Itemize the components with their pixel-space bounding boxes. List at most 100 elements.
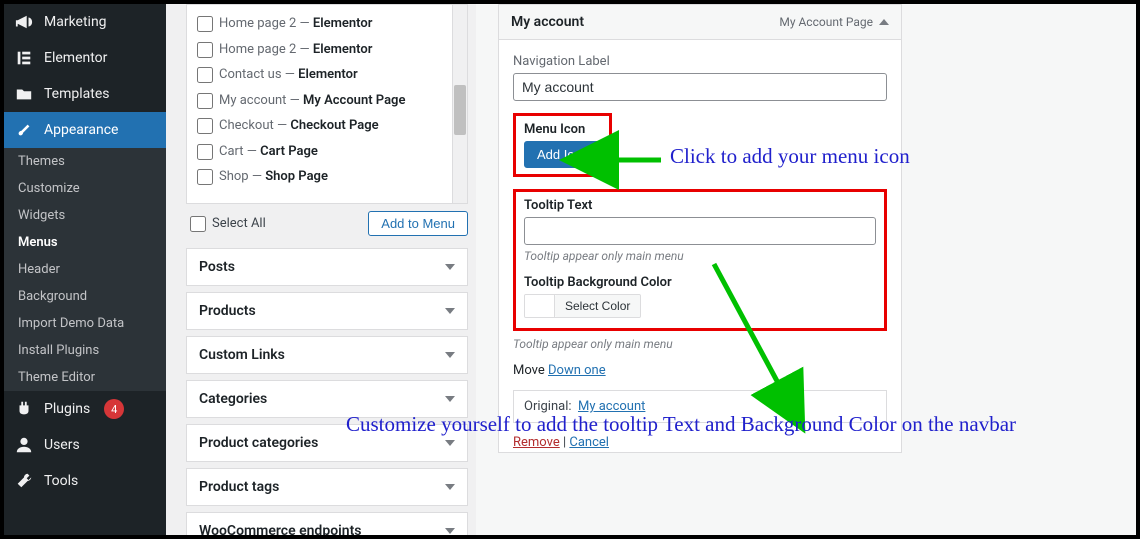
menu-item-header[interactable]: My account My Account Page [499, 5, 901, 40]
pages-scrollbar[interactable] [452, 5, 467, 203]
cancel-link[interactable]: Cancel [569, 435, 609, 450]
sidebar-item-label: Appearance [44, 122, 118, 138]
page-checkbox[interactable] [197, 42, 213, 58]
chevron-down-icon [445, 264, 455, 270]
page-row[interactable]: Contact us — Elementor [197, 62, 457, 88]
brush-icon [14, 120, 34, 140]
chevron-down-icon [445, 440, 455, 446]
page-row[interactable]: Home page 2 — Elementor [197, 37, 457, 63]
tooltip-highlight: Tooltip Text Tooltip appear only main me… [513, 189, 887, 331]
sidebar-item-tools[interactable]: Tools [4, 463, 166, 499]
metabox-posts[interactable]: Posts [186, 248, 468, 286]
nav-label-label: Navigation Label [513, 54, 887, 69]
user-icon [14, 435, 34, 455]
add-icon-button[interactable]: Add Icon [524, 141, 601, 168]
menu-item-body: Navigation Label Menu Icon Add Icon Tool… [499, 40, 901, 452]
folder-icon [14, 84, 34, 104]
page-row[interactable]: My account — My Account Page [197, 88, 457, 114]
remove-link[interactable]: Remove [513, 435, 560, 450]
metabox-wc-endpoints[interactable]: WooCommerce endpoints [186, 512, 468, 535]
nav-label-input[interactable] [513, 73, 887, 101]
color-swatch [525, 295, 555, 317]
move-row: Move Down one [513, 363, 887, 378]
submenu-import-demo[interactable]: Import Demo Data [4, 310, 166, 337]
sidebar-item-label: Users [44, 437, 80, 453]
page-checkbox[interactable] [197, 118, 213, 134]
page-checkbox[interactable] [197, 67, 213, 83]
page-checkbox[interactable] [197, 144, 213, 160]
sidebar-item-plugins[interactable]: Plugins 4 [4, 391, 166, 427]
sidebar-item-label: Plugins [44, 401, 90, 417]
page-checkbox[interactable] [197, 93, 213, 109]
sidebar-item-templates[interactable]: Templates [4, 76, 166, 112]
sidebar-item-label: Elementor [44, 50, 107, 66]
menu-icon-label: Menu Icon [524, 122, 601, 137]
add-to-menu-button[interactable]: Add to Menu [368, 211, 468, 236]
menu-item-type: My Account Page [779, 15, 889, 29]
page-row[interactable]: Home page 2 — Elementor [197, 11, 457, 37]
select-all-checkbox[interactable] [190, 216, 206, 232]
metabox-product-tags[interactable]: Product tags [186, 468, 468, 506]
pages-scroll[interactable]: Home page 2 — Elementor Home page 2 — El… [187, 5, 467, 203]
submenu-background[interactable]: Background [4, 283, 166, 310]
metabox-categories[interactable]: Categories [186, 380, 468, 418]
menu-item-column: My account My Account Page Navigation La… [476, 4, 1136, 535]
chevron-down-icon [445, 528, 455, 534]
submenu-install-plugins[interactable]: Install Plugins [4, 337, 166, 364]
select-all-label: Select All [212, 216, 266, 231]
select-color-button[interactable]: Select Color [555, 295, 640, 317]
chevron-down-icon [445, 308, 455, 314]
color-picker[interactable]: Select Color [524, 294, 641, 318]
scroll-thumb[interactable] [454, 85, 466, 135]
page-row[interactable]: Cart — Cart Page [197, 139, 457, 165]
tooltip-text-input[interactable] [524, 217, 876, 245]
tooltip-text-label: Tooltip Text [524, 198, 876, 213]
menu-icon-highlight: Menu Icon Add Icon [513, 113, 612, 177]
tooltip-bg-field: Tooltip Background Color Select Color [524, 275, 876, 318]
metabox-product-categories[interactable]: Product categories [186, 424, 468, 462]
elementor-icon [14, 48, 34, 68]
tooltip-text-help: Tooltip appear only main menu [524, 249, 876, 263]
chevron-down-icon [445, 484, 455, 490]
pages-list-box: Home page 2 — Elementor Home page 2 — El… [186, 4, 468, 204]
sidebar-item-label: Marketing [44, 14, 107, 30]
tooltip-bg-label: Tooltip Background Color [524, 275, 876, 290]
page-row[interactable]: Shop — Shop Page [197, 164, 457, 190]
page-row[interactable]: Checkout — Checkout Page [197, 113, 457, 139]
page-checkbox[interactable] [197, 16, 213, 32]
tooltip-bg-help: Tooltip appear only main menu [513, 337, 887, 351]
select-all-row[interactable]: Select All [186, 204, 270, 242]
metabox-custom-links[interactable]: Custom Links [186, 336, 468, 374]
wrench-icon [14, 471, 34, 491]
submenu-widgets[interactable]: Widgets [4, 202, 166, 229]
metabox-products[interactable]: Products [186, 292, 468, 330]
submenu-menus[interactable]: Menus [4, 229, 166, 256]
chevron-down-icon [445, 396, 455, 402]
sidebar-item-appearance[interactable]: Appearance [4, 112, 166, 148]
nav-label-field: Navigation Label [513, 54, 887, 101]
submenu-header[interactable]: Header [4, 256, 166, 283]
plug-icon [14, 399, 34, 419]
sidebar-item-label: Templates [44, 86, 110, 102]
submenu-customize[interactable]: Customize [4, 175, 166, 202]
tooltip-text-field: Tooltip Text Tooltip appear only main me… [524, 198, 876, 263]
chevron-down-icon [445, 352, 455, 358]
sidebar-item-label: Tools [44, 473, 78, 489]
page-checkbox[interactable] [197, 169, 213, 185]
admin-sidebar: Marketing Elementor Templates Appearance… [4, 4, 166, 535]
metabox-column: Home page 2 — Elementor Home page 2 — El… [166, 4, 476, 535]
move-down-link[interactable]: Down one [548, 363, 606, 378]
original-box: Original: My account [513, 390, 887, 423]
menu-item-panel: My account My Account Page Navigation La… [498, 4, 902, 453]
megaphone-icon [14, 12, 34, 32]
sidebar-item-users[interactable]: Users [4, 427, 166, 463]
plugins-update-badge: 4 [104, 399, 124, 419]
original-link[interactable]: My account [578, 399, 645, 414]
menu-item-title: My account [511, 14, 584, 30]
sidebar-item-elementor[interactable]: Elementor [4, 40, 166, 76]
appearance-submenu: Themes Customize Widgets Menus Header Ba… [4, 148, 166, 391]
sidebar-item-marketing[interactable]: Marketing [4, 4, 166, 40]
submenu-themes[interactable]: Themes [4, 148, 166, 175]
chevron-up-icon [879, 19, 889, 25]
submenu-theme-editor[interactable]: Theme Editor [4, 364, 166, 391]
